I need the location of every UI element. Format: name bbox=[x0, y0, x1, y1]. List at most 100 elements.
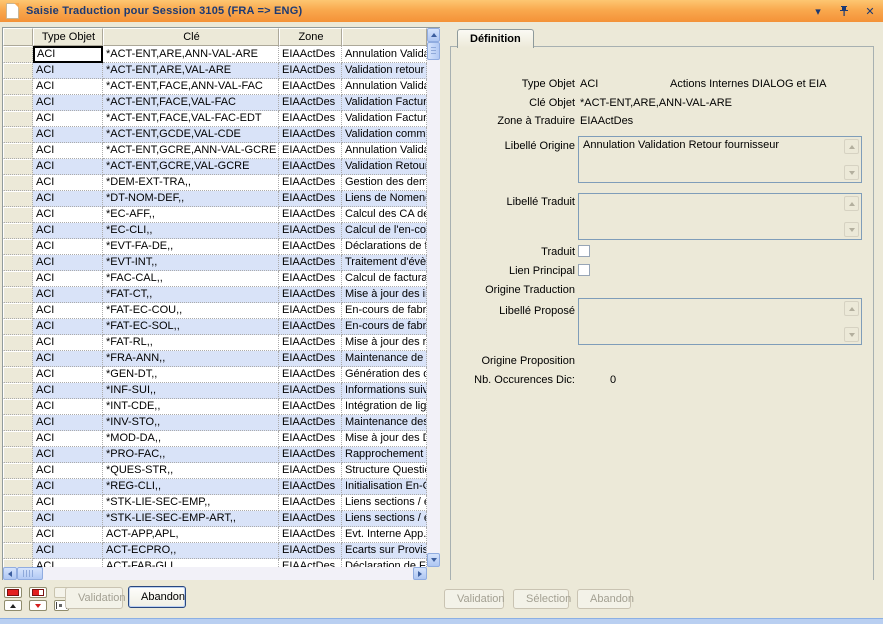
table-row[interactable]: ACI *REG-CLI,, EIAActDes Initialisation … bbox=[3, 479, 427, 495]
panel-abandon-button[interactable]: Abandon bbox=[577, 589, 631, 609]
close-icon[interactable]: ✕ bbox=[863, 4, 877, 18]
chevron-down-icon[interactable]: ▾ bbox=[811, 4, 825, 18]
row-selector[interactable] bbox=[3, 46, 33, 63]
cell-cle[interactable]: *FAC-CAL,, bbox=[103, 271, 279, 287]
table-row[interactable]: ACI *EVT-FA-DE,, EIAActDes Déclarations … bbox=[3, 239, 427, 255]
cell-cle[interactable]: *FAT-EC-SOL,, bbox=[103, 319, 279, 335]
tab-definition[interactable]: Définition bbox=[457, 29, 534, 48]
cell-cle[interactable]: *REG-CLI,, bbox=[103, 479, 279, 495]
row-selector[interactable] bbox=[3, 495, 33, 511]
row-selector[interactable] bbox=[3, 415, 33, 431]
table-row[interactable]: ACI *FRA-ANN,, EIAActDes Maintenance de bbox=[3, 351, 427, 367]
cell-zone[interactable]: EIAActDes bbox=[279, 143, 342, 159]
cell-libelle[interactable]: Initialisation En-C bbox=[342, 479, 427, 495]
cell-zone[interactable]: EIAActDes bbox=[279, 399, 342, 415]
cell-type-objet[interactable]: ACI bbox=[33, 335, 103, 351]
row-selector[interactable] bbox=[3, 207, 33, 223]
header-zone[interactable]: Zone bbox=[279, 28, 342, 46]
cell-cle[interactable]: *FAT-RL,, bbox=[103, 335, 279, 351]
cell-cle[interactable]: *FAT-EC-COU,, bbox=[103, 303, 279, 319]
nav-down-button[interactable] bbox=[29, 600, 47, 611]
cell-cle[interactable]: *ACT-ENT,GCDE,VAL-CDE bbox=[103, 127, 279, 143]
table-row[interactable]: ACI ACT-ECPRO,, EIAActDes Ecarts sur Pro… bbox=[3, 543, 427, 559]
nav-up-button[interactable] bbox=[4, 600, 22, 611]
cell-type-objet[interactable]: ACI bbox=[33, 463, 103, 479]
cell-zone[interactable]: EIAActDes bbox=[279, 46, 342, 63]
row-selector[interactable] bbox=[3, 479, 33, 495]
row-selector[interactable] bbox=[3, 111, 33, 127]
cell-libelle[interactable]: Informations suivi bbox=[342, 383, 427, 399]
row-selector[interactable] bbox=[3, 303, 33, 319]
cell-zone[interactable]: EIAActDes bbox=[279, 63, 342, 79]
cell-cle[interactable]: *QUES-STR,, bbox=[103, 463, 279, 479]
cell-zone[interactable]: EIAActDes bbox=[279, 159, 342, 175]
cell-cle[interactable]: *FRA-ANN,, bbox=[103, 351, 279, 367]
cell-libelle[interactable]: Annulation Valida bbox=[342, 143, 427, 159]
table-row[interactable]: ACI *DT-NOM-DEF,, EIAActDes Liens de Nom… bbox=[3, 191, 427, 207]
field-scroll-up-icon[interactable] bbox=[844, 301, 859, 316]
cell-libelle[interactable]: Génération des d bbox=[342, 367, 427, 383]
cell-zone[interactable]: EIAActDes bbox=[279, 239, 342, 255]
cell-libelle[interactable]: Traitement d'évèn bbox=[342, 255, 427, 271]
cell-type-objet[interactable]: ACI bbox=[33, 495, 103, 511]
cell-libelle[interactable]: En-cours de fabri bbox=[342, 319, 427, 335]
pin-icon[interactable] bbox=[837, 4, 851, 18]
cell-cle[interactable]: *INT-CDE,, bbox=[103, 399, 279, 415]
cell-zone[interactable]: EIAActDes bbox=[279, 479, 342, 495]
horizontal-scrollbar[interactable] bbox=[3, 567, 427, 580]
cell-libelle[interactable]: Mise à jour des in bbox=[342, 287, 427, 303]
row-selector[interactable] bbox=[3, 367, 33, 383]
cell-cle[interactable]: *STK-LIE-SEC-EMP-ART,, bbox=[103, 511, 279, 527]
cell-cle[interactable]: *ACT-ENT,ARE,VAL-ARE bbox=[103, 63, 279, 79]
horizontal-scroll-thumb[interactable] bbox=[17, 567, 43, 580]
cell-zone[interactable]: EIAActDes bbox=[279, 287, 342, 303]
vertical-scroll-thumb[interactable] bbox=[427, 42, 440, 60]
cell-type-objet[interactable]: ACI bbox=[33, 143, 103, 159]
nav-half-bar-button[interactable] bbox=[29, 587, 47, 598]
cell-libelle[interactable]: Liens sections / e bbox=[342, 495, 427, 511]
row-selector[interactable] bbox=[3, 287, 33, 303]
cell-zone[interactable]: EIAActDes bbox=[279, 527, 342, 543]
cell-cle[interactable]: ACT-ECPRO,, bbox=[103, 543, 279, 559]
cell-libelle[interactable]: Liens de Nomenc bbox=[342, 191, 427, 207]
table-row[interactable]: ACI *INV-STO,, EIAActDes Maintenance des bbox=[3, 415, 427, 431]
cell-zone[interactable]: EIAActDes bbox=[279, 271, 342, 287]
scroll-down-button[interactable] bbox=[427, 553, 440, 567]
cell-type-objet[interactable]: ACI bbox=[33, 287, 103, 303]
cell-cle[interactable]: *EVT-FA-DE,, bbox=[103, 239, 279, 255]
cell-libelle[interactable]: Calcul de factura bbox=[342, 271, 427, 287]
table-row[interactable]: ACI *GEN-DT,, EIAActDes Génération des d bbox=[3, 367, 427, 383]
cell-libelle[interactable]: Maintenance de bbox=[342, 351, 427, 367]
cell-cle[interactable]: *DT-NOM-DEF,, bbox=[103, 191, 279, 207]
table-row[interactable]: ACI *DEM-EXT-TRA,, EIAActDes Gestion des… bbox=[3, 175, 427, 191]
scroll-right-button[interactable] bbox=[413, 567, 427, 580]
cell-libelle[interactable]: Déclaration de F bbox=[342, 559, 427, 567]
vertical-scrollbar[interactable] bbox=[427, 28, 440, 567]
cell-cle[interactable]: *ACT-ENT,ARE,ANN-VAL-ARE bbox=[103, 46, 279, 63]
row-selector[interactable] bbox=[3, 223, 33, 239]
cell-zone[interactable]: EIAActDes bbox=[279, 415, 342, 431]
cell-cle[interactable]: *PRO-FAC,, bbox=[103, 447, 279, 463]
row-selector[interactable] bbox=[3, 351, 33, 367]
scroll-left-button[interactable] bbox=[3, 567, 17, 580]
cell-type-objet[interactable]: ACI bbox=[33, 319, 103, 335]
cell-cle[interactable]: *EVT-INT,, bbox=[103, 255, 279, 271]
cell-zone[interactable]: EIAActDes bbox=[279, 383, 342, 399]
cell-cle[interactable]: ACT-APP,APL, bbox=[103, 527, 279, 543]
field-scroll-down-icon[interactable] bbox=[844, 165, 859, 180]
cell-libelle[interactable]: Validation Facture bbox=[342, 95, 427, 111]
grid-abandon-button[interactable]: Abandon bbox=[128, 586, 186, 608]
cell-cle[interactable]: *ACT-ENT,FACE,ANN-VAL-FAC bbox=[103, 79, 279, 95]
row-selector[interactable] bbox=[3, 143, 33, 159]
row-selector[interactable] bbox=[3, 399, 33, 415]
table-row[interactable]: ACI *ACT-ENT,FACE,VAL-FAC EIAActDes Vali… bbox=[3, 95, 427, 111]
cell-type-objet[interactable]: ACI bbox=[33, 271, 103, 287]
cell-type-objet[interactable]: ACI bbox=[33, 239, 103, 255]
cell-libelle[interactable]: Gestion des dema bbox=[342, 175, 427, 191]
cell-type-objet[interactable]: ACI bbox=[33, 111, 103, 127]
table-row[interactable]: ACI *PRO-FAC,, EIAActDes Rapprochement bbox=[3, 447, 427, 463]
cell-type-objet[interactable]: ACI bbox=[33, 255, 103, 271]
table-row[interactable]: ACI *FAT-EC-COU,, EIAActDes En-cours de … bbox=[3, 303, 427, 319]
cell-cle[interactable]: *STK-LIE-SEC-EMP,, bbox=[103, 495, 279, 511]
table-row[interactable]: ACI *STK-LIE-SEC-EMP,, EIAActDes Liens s… bbox=[3, 495, 427, 511]
